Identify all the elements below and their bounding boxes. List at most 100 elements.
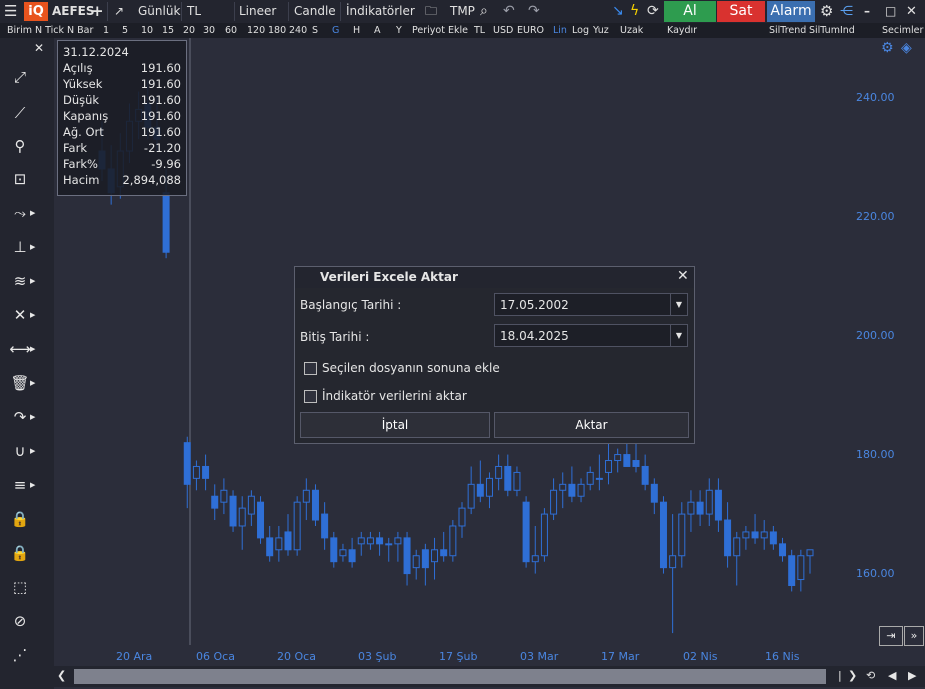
- select-area-icon[interactable]: ⬚: [8, 575, 32, 599]
- gear-icon[interactable]: ⚙: [820, 3, 833, 20]
- zoom-icon[interactable]: ⌕: [480, 3, 488, 20]
- bar2-item[interactable]: Periyot Ekle: [412, 24, 468, 37]
- scrollbar-thumb[interactable]: [74, 669, 826, 684]
- scroll-end-icon[interactable]: |: [838, 669, 842, 682]
- buy-button[interactable]: Al: [664, 1, 716, 22]
- scroll-right-icon[interactable]: ❯: [848, 669, 857, 682]
- redo-icon[interactable]: ↷: [528, 3, 540, 20]
- bar2-item[interactable]: 20: [183, 24, 195, 37]
- close-dialog-icon[interactable]: ✕: [677, 268, 689, 284]
- bar2-item[interactable]: N Tick: [35, 24, 64, 37]
- hide-drawings-icon[interactable]: ⊘: [8, 609, 32, 633]
- channel-tool-icon[interactable]: ⊥: [8, 235, 32, 259]
- bar2-item[interactable]: 60: [225, 24, 237, 37]
- measure-icon[interactable]: ⟷: [8, 337, 32, 361]
- export-button[interactable]: Aktar: [494, 412, 689, 438]
- submenu-arrow-icon[interactable]: ▶: [30, 337, 38, 361]
- submenu-arrow-icon[interactable]: ▶: [30, 405, 38, 429]
- bar2-item[interactable]: 5: [122, 24, 128, 37]
- price-axis[interactable]: ⚙ ◈ ⇥ » 240.00 220.00 200.00 180.00 160.00: [852, 38, 925, 646]
- bar2-item[interactable]: 1: [103, 24, 109, 37]
- symbol-label[interactable]: AEFES: [52, 3, 95, 20]
- bar2-item[interactable]: USD: [493, 24, 513, 37]
- trend-tool-icon[interactable]: ⤳: [8, 201, 32, 225]
- pattern-tool-icon[interactable]: ✕: [8, 303, 32, 327]
- bar2-item[interactable]: SilTrend: [769, 24, 806, 37]
- alarm-button[interactable]: Alarm: [767, 1, 815, 22]
- refresh-icon[interactable]: ⟳: [647, 3, 659, 20]
- line-tool-icon[interactable]: ⟋: [8, 101, 32, 125]
- submenu-arrow-icon[interactable]: ▶: [30, 473, 38, 497]
- bar2-item[interactable]: Y: [396, 24, 402, 37]
- start-date-field[interactable]: 17.05.2002 ▼: [494, 293, 688, 316]
- reset-view-icon[interactable]: ⟲: [866, 669, 875, 682]
- end-date-field[interactable]: 18.04.2025 ▼: [494, 324, 688, 347]
- folder-icon[interactable]: 🗀: [425, 3, 437, 20]
- bar2-item[interactable]: 180: [268, 24, 286, 37]
- bar2-item[interactable]: 240: [289, 24, 307, 37]
- next-icon[interactable]: ▶: [908, 669, 916, 682]
- bar2-item[interactable]: H: [353, 24, 360, 37]
- bar2-item[interactable]: TL: [474, 24, 485, 37]
- submenu-arrow-icon[interactable]: ▶: [30, 371, 38, 395]
- expand-icon[interactable]: ⤢: [8, 65, 32, 89]
- bar2-item[interactable]: A: [374, 24, 381, 37]
- chevron-down-icon[interactable]: ▼: [670, 325, 687, 346]
- currency-select[interactable]: TL: [187, 3, 201, 20]
- fibonacci-icon[interactable]: ≋: [8, 269, 32, 293]
- bar2-item[interactable]: 15: [162, 24, 174, 37]
- bar2-item[interactable]: SilTumInd: [809, 24, 855, 37]
- prev-icon[interactable]: ◀: [888, 669, 896, 682]
- close-panel-icon[interactable]: ✕: [34, 41, 44, 55]
- bar2-item[interactable]: Kaydır: [667, 24, 697, 37]
- submenu-arrow-icon[interactable]: ▶: [30, 303, 38, 327]
- magnet-icon[interactable]: ∪: [8, 439, 32, 463]
- bar2-item[interactable]: N Bar: [67, 24, 93, 37]
- cancel-button[interactable]: İptal: [300, 412, 490, 438]
- period-select[interactable]: Günlük: [138, 3, 180, 20]
- zoom-box-icon[interactable]: ⊡: [8, 167, 32, 191]
- scale-select[interactable]: Lineer: [239, 3, 276, 20]
- bar2-item[interactable]: 10: [141, 24, 153, 37]
- lightning-icon[interactable]: ϟ: [630, 3, 639, 20]
- submenu-arrow-icon[interactable]: ▶: [30, 439, 38, 463]
- bar2-item[interactable]: 30: [203, 24, 215, 37]
- indicator-checkbox[interactable]: [304, 390, 317, 403]
- scroll-left-icon[interactable]: ❮: [57, 669, 66, 682]
- bar2-item[interactable]: Lin: [553, 24, 567, 37]
- selections-button[interactable]: Secimler: [882, 24, 923, 37]
- submenu-arrow-icon[interactable]: ▶: [30, 269, 38, 293]
- undo-icon[interactable]: ↶: [503, 3, 515, 20]
- external-link-icon[interactable]: ↗: [114, 3, 124, 20]
- close-window-icon[interactable]: ✕: [906, 3, 917, 20]
- chevron-down-icon[interactable]: ▼: [670, 294, 687, 315]
- bar2-item[interactable]: Yuz: [593, 24, 609, 37]
- sell-button[interactable]: Sat: [717, 1, 765, 22]
- trash-icon[interactable]: 🗑: [8, 371, 32, 395]
- forward-icon[interactable]: »: [904, 626, 924, 646]
- append-checkbox[interactable]: [304, 362, 317, 375]
- bar-style-icon[interactable]: ≡: [8, 473, 32, 497]
- menu-icon[interactable]: ☰: [4, 3, 17, 20]
- bar2-item[interactable]: Log: [572, 24, 589, 37]
- indicators-button[interactable]: İndikatörler: [346, 3, 415, 20]
- lock-icon[interactable]: 🔒: [8, 507, 32, 531]
- export-icon[interactable]: ⇥: [879, 626, 903, 646]
- chart-type-select[interactable]: Candle: [294, 3, 336, 20]
- bar2-item[interactable]: EURO: [517, 24, 544, 37]
- magnifier-icon[interactable]: ⚲: [8, 134, 32, 158]
- bar2-item[interactable]: 120: [247, 24, 265, 37]
- cursor-icon[interactable]: ↘: [612, 3, 624, 20]
- bar2-item[interactable]: Uzak: [620, 24, 643, 37]
- bar2-item[interactable]: G: [332, 24, 339, 37]
- layers-icon[interactable]: ◈: [901, 40, 912, 56]
- bar2-item[interactable]: Birim: [7, 24, 32, 37]
- settings-icon[interactable]: ⚙: [881, 40, 894, 56]
- bar2-item[interactable]: S: [312, 24, 318, 37]
- add-icon[interactable]: +: [91, 3, 104, 20]
- path-tool-icon[interactable]: ⋰: [8, 643, 32, 667]
- maximize-icon[interactable]: □: [885, 3, 896, 20]
- redo-tool-icon[interactable]: ↷: [8, 405, 32, 429]
- tmp-button[interactable]: TMP: [450, 3, 475, 20]
- submenu-arrow-icon[interactable]: ▶: [30, 235, 38, 259]
